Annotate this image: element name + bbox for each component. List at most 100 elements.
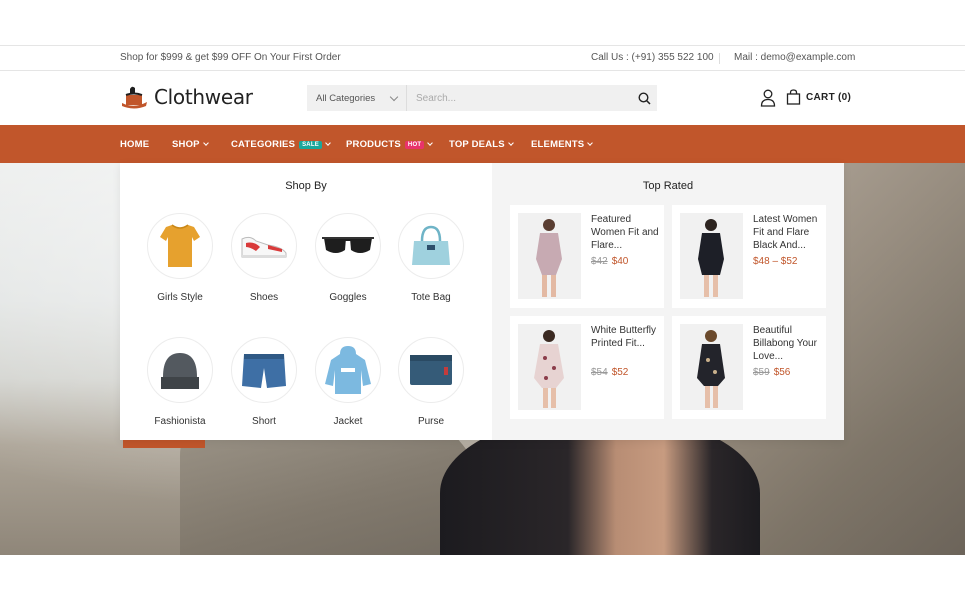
category-short[interactable]: Short (224, 337, 304, 427)
product-name: White Butterfly Printed Fit... (591, 325, 657, 349)
sale-price: $40 (611, 256, 629, 267)
category-image (315, 213, 381, 279)
category-purse[interactable]: Purse (391, 337, 471, 427)
sale-price: $48 – $52 (753, 256, 798, 267)
category-girls-style[interactable]: Girls Style (140, 213, 220, 303)
category-image (147, 337, 213, 403)
category-fashionista[interactable]: Fashionista (140, 337, 220, 427)
product-image (680, 324, 743, 410)
wallet-icon (410, 355, 452, 385)
top-rated-title: Top Rated (642, 180, 694, 192)
product-name: Beautiful Billabong Your Love... (753, 325, 817, 362)
category-image (147, 213, 213, 279)
product-price: $59 $56 (753, 367, 790, 378)
top-rated-panel: Top Rated Featured Women Fit and Flare..… (492, 163, 844, 440)
product-card[interactable]: White Butterfly Printed Fit... $54 $52 (510, 316, 664, 419)
category-label: Goggles (329, 292, 367, 303)
category-label: Shoes (249, 292, 279, 303)
sale-badge: SALE (299, 140, 322, 149)
shop-by-panel: Shop By Girls Style Shoes Goggles Tote B… (120, 163, 492, 440)
nav-item-home[interactable]: HOME (120, 139, 149, 150)
category-image (231, 337, 297, 403)
cart-label: CART (0) (806, 91, 852, 103)
nav-item-top-deals[interactable]: TOP DEALS (449, 139, 514, 150)
chevron-down-icon (507, 140, 514, 146)
search-button[interactable] (631, 85, 657, 111)
mail-text[interactable]: Mail : demo@example.com (734, 52, 855, 63)
account-button[interactable] (760, 89, 776, 107)
category-select[interactable]: All Categories (307, 85, 407, 111)
search-icon (637, 91, 651, 105)
user-icon (760, 89, 776, 107)
category-label: Girls Style (157, 292, 203, 303)
product-image (680, 213, 743, 299)
old-price: $42 (591, 256, 608, 267)
nav-item-categories[interactable]: CATEGORIES SALE (231, 139, 331, 150)
call-us-text: Call Us : (+91) 355 522 100 (591, 52, 714, 63)
category-tote-bag[interactable]: Tote Bag (391, 213, 471, 303)
nav-label: ELEMENTS (531, 139, 585, 150)
category-image (398, 337, 464, 403)
tshirt-icon (160, 224, 200, 267)
handbag-icon (412, 225, 450, 265)
category-select-value: All Categories (316, 92, 376, 104)
hat-logo-icon (120, 85, 148, 109)
category-label: Tote Bag (411, 292, 451, 303)
old-price: $59 (753, 367, 770, 378)
product-card[interactable]: Beautiful Billabong Your Love... $59 $56 (672, 316, 826, 419)
nav-label: TOP DEALS (449, 139, 505, 150)
sunglasses-icon (322, 237, 374, 253)
shopping-bag-icon (786, 89, 801, 105)
sneaker-icon (241, 236, 287, 258)
nav-label: PRODUCTS (346, 139, 401, 150)
shorts-icon (242, 354, 286, 388)
logo[interactable]: Clothwear (120, 85, 253, 109)
product-card[interactable]: Featured Women Fit and Flare... $42 $40 (510, 205, 664, 308)
top-notice-bar: Shop for $999 & get $99 OFF On Your Firs… (0, 45, 965, 71)
chevron-down-icon (587, 140, 594, 146)
category-image (315, 337, 381, 403)
category-image (398, 213, 464, 279)
category-label: Short (252, 416, 276, 427)
promo-text: Shop for $999 & get $99 OFF On Your Firs… (120, 52, 341, 63)
product-price: $54 $52 (591, 367, 628, 378)
category-image (231, 213, 297, 279)
nav-label: CATEGORIES (231, 139, 296, 150)
divider (719, 53, 720, 64)
nav-item-shop[interactable]: SHOP (172, 139, 209, 150)
chevron-down-icon (325, 140, 331, 146)
product-name: Latest Women Fit and Flare Black And... (753, 214, 818, 251)
product-image (518, 324, 581, 410)
sale-price: $56 (773, 367, 791, 378)
old-price: $54 (591, 367, 608, 378)
category-label: Jacket (333, 416, 363, 427)
cart-button[interactable]: CART (0) (786, 89, 851, 105)
nav-item-elements[interactable]: ELEMENTS (531, 139, 594, 150)
hot-badge: HOT (404, 140, 425, 149)
product-name: Featured Women Fit and Flare... (591, 214, 659, 251)
product-price: $42 $40 (591, 256, 628, 267)
main-nav: HOME SHOP CATEGORIES SALE PRODUCTS HOT T… (0, 125, 965, 163)
search-input[interactable] (407, 85, 631, 111)
category-shoes[interactable]: Shoes (224, 213, 304, 303)
category-label: Purse (417, 416, 445, 427)
sale-price: $52 (611, 367, 629, 378)
product-price: $48 – $52 (753, 256, 798, 267)
product-card[interactable]: Latest Women Fit and Flare Black And... … (672, 205, 826, 308)
nav-label: HOME (120, 139, 150, 150)
search-bar: All Categories (307, 85, 657, 111)
chevron-down-icon (202, 140, 209, 146)
hoodie-icon (325, 346, 371, 394)
shop-by-title: Shop By (285, 180, 327, 192)
category-jacket[interactable]: Jacket (308, 337, 388, 427)
mega-menu: Shop By Girls Style Shoes Goggles Tote B… (120, 163, 844, 440)
chevron-down-icon (389, 92, 399, 102)
nav-item-products[interactable]: PRODUCTS HOT (346, 139, 434, 150)
category-goggles[interactable]: Goggles (308, 213, 388, 303)
chevron-down-icon (427, 140, 434, 146)
site-header: Clothwear All Categories CART (0) (0, 71, 965, 125)
product-image (518, 213, 581, 299)
nav-label: SHOP (172, 139, 200, 150)
category-label: Fashionista (154, 416, 206, 427)
logo-text: Clothwear (154, 85, 253, 109)
